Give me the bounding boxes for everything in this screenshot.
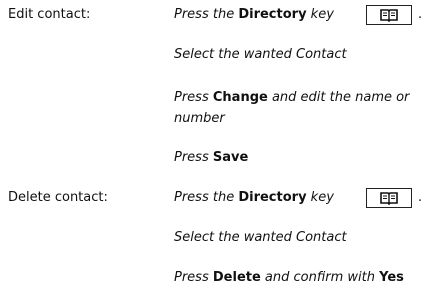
book-icon bbox=[380, 191, 398, 205]
edit-contact-label: Edit contact: bbox=[8, 7, 91, 22]
step-text: Press the bbox=[174, 7, 239, 22]
yes-keyword: Yes bbox=[379, 270, 404, 285]
book-icon bbox=[380, 8, 398, 22]
directory-keyword: Directory bbox=[238, 190, 307, 205]
step-text: key bbox=[306, 190, 334, 205]
delete-step-press-directory: Press the Directory key bbox=[174, 190, 334, 205]
step-text: Press bbox=[174, 150, 213, 165]
step-text: and confirm with bbox=[260, 270, 380, 285]
step-text: Press bbox=[174, 270, 213, 285]
directory-keyword: Directory bbox=[238, 7, 307, 22]
edit-step-press-save: Press Save bbox=[174, 150, 248, 165]
step-text: Press the bbox=[174, 190, 239, 205]
delete-step-press-delete: Press Delete and confirm with Yes bbox=[174, 270, 404, 285]
change-keyword: Change bbox=[212, 90, 268, 105]
step-text: key bbox=[306, 7, 334, 22]
directory-key-icon bbox=[366, 5, 412, 25]
delete-keyword: Delete bbox=[212, 270, 261, 285]
edit-step-select-contact: Select the wanted Contact bbox=[174, 47, 347, 62]
save-keyword: Save bbox=[212, 150, 249, 165]
directory-key-icon bbox=[366, 188, 412, 208]
delete-step-select-contact: Select the wanted Contact bbox=[174, 230, 347, 245]
edit-step-press-directory: Press the Directory key bbox=[174, 7, 334, 22]
period: . bbox=[418, 190, 423, 205]
edit-step-press-change: Press Change and edit the name or number bbox=[174, 87, 436, 129]
step-text: Press bbox=[174, 90, 213, 105]
delete-contact-label: Delete contact: bbox=[8, 190, 108, 205]
period: . bbox=[418, 7, 423, 22]
